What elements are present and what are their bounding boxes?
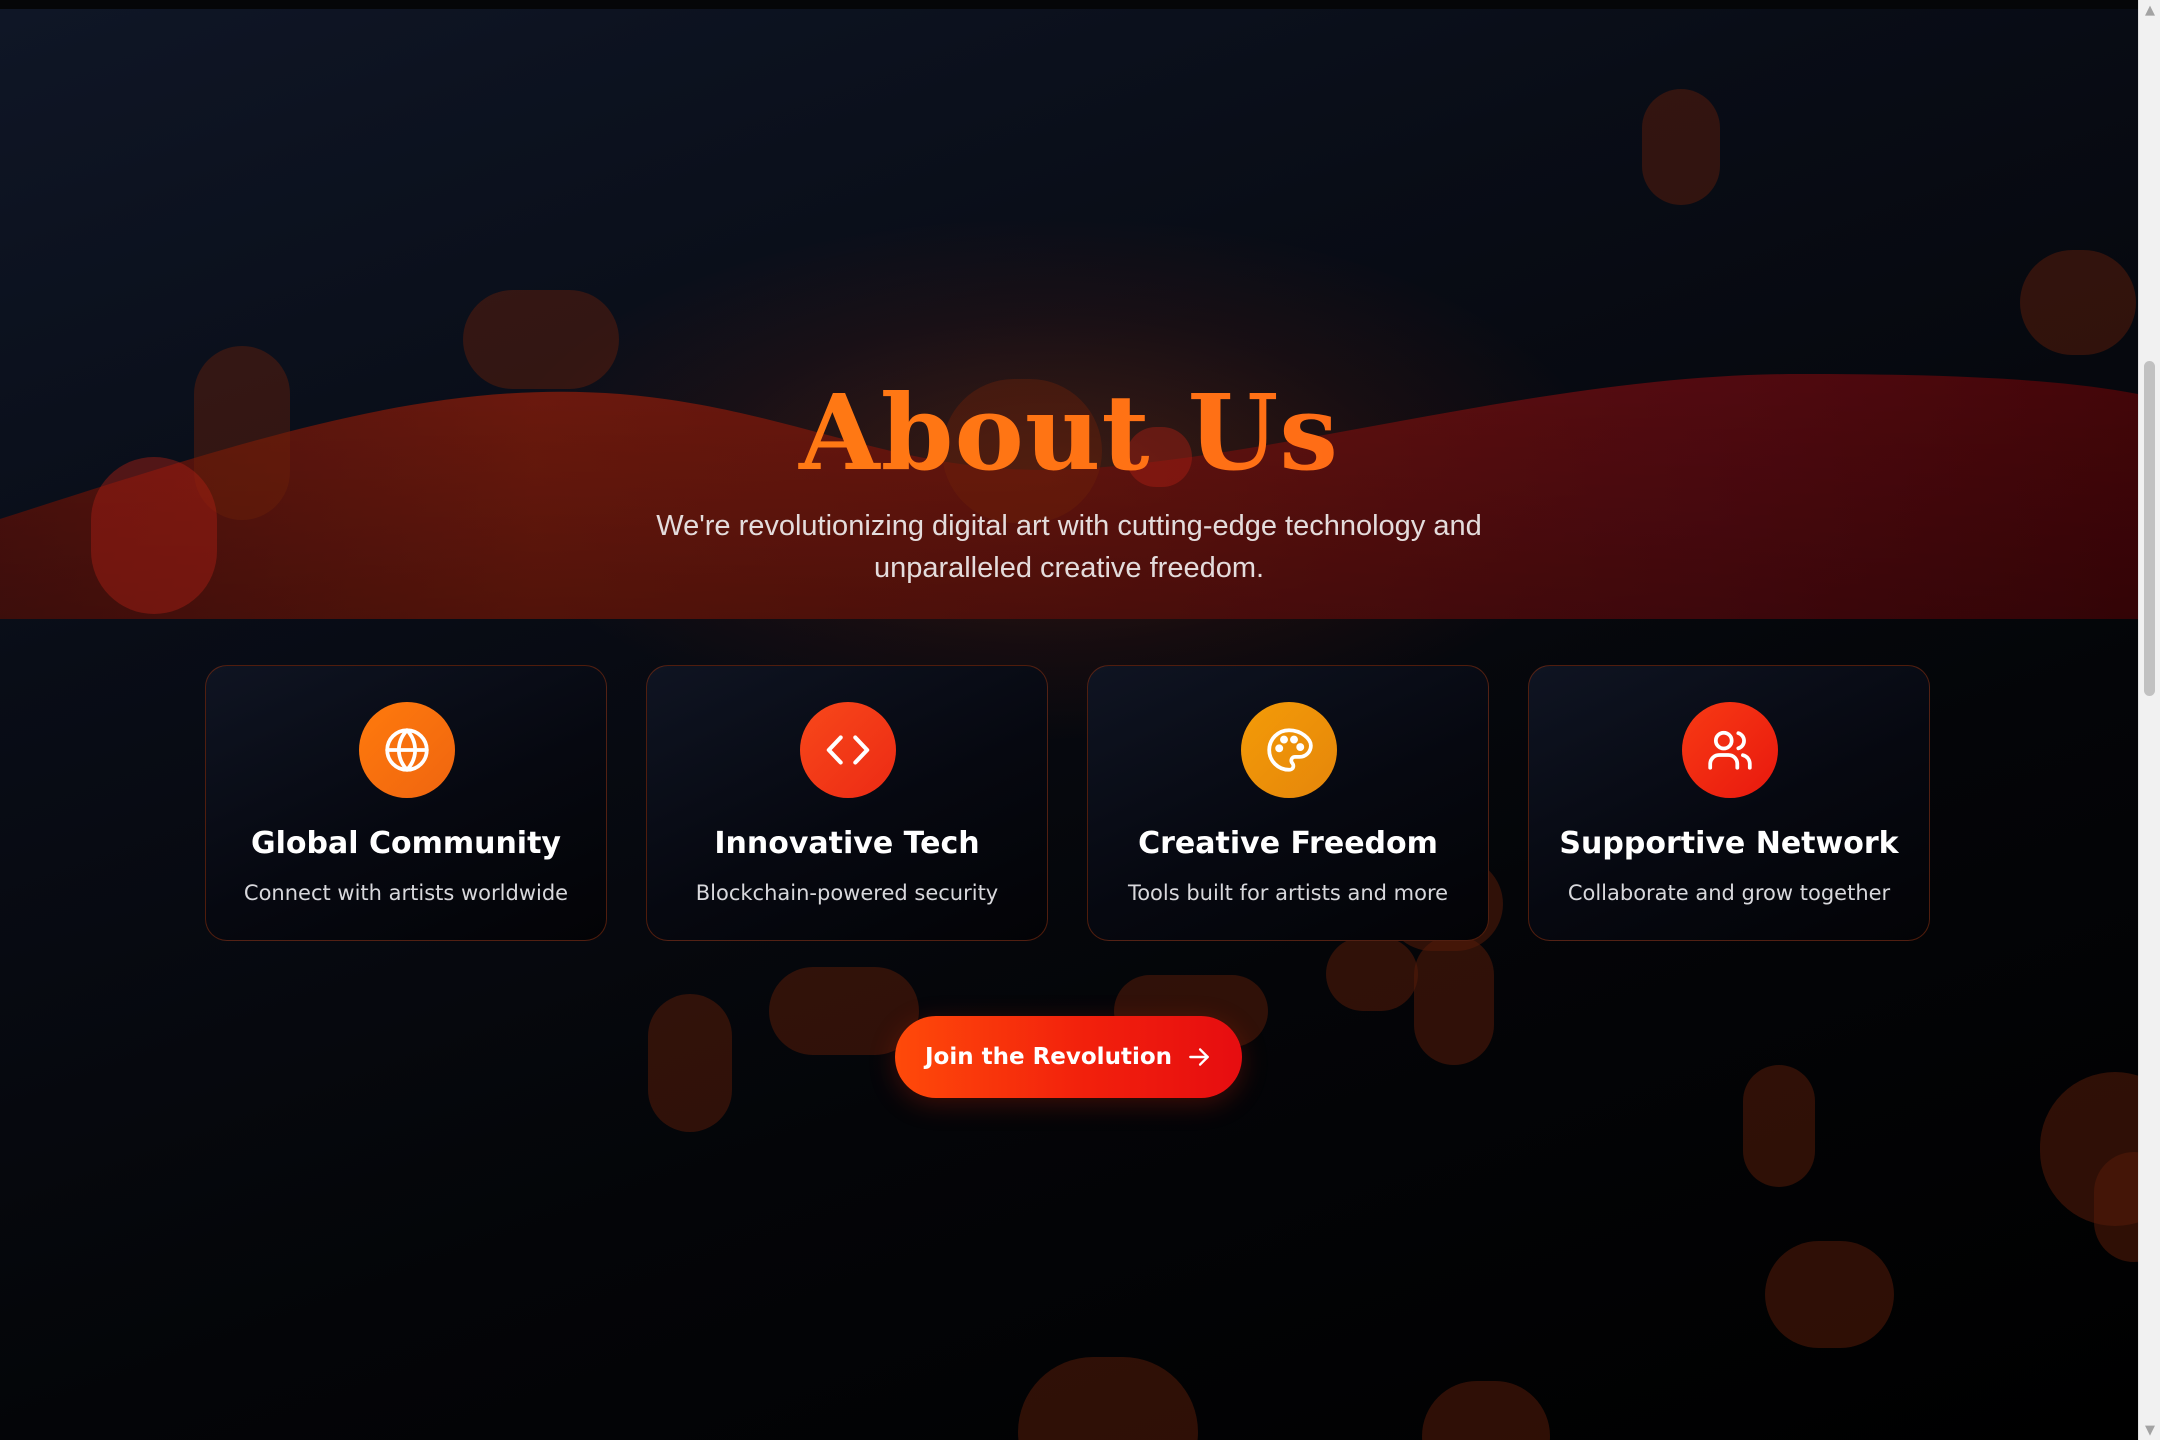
join-revolution-label: Join the Revolution <box>924 1044 1172 1070</box>
feature-card-innovative-tech: Innovative Tech Blockchain-powered secur… <box>646 665 1048 941</box>
top-strip <box>0 0 2138 9</box>
decor-blob <box>1018 1357 1198 1440</box>
palette-icon <box>1241 702 1337 798</box>
decor-blob <box>1414 935 1494 1065</box>
feature-card-supportive-network: Supportive Network Collaborate and grow … <box>1528 665 1930 941</box>
hero-subtitle: We're revolutionizing digital art with c… <box>656 510 1482 584</box>
decor-blob <box>1743 1065 1815 1187</box>
decor-blob <box>1642 89 1720 205</box>
decor-blob <box>1422 1381 1550 1440</box>
globe-icon <box>359 702 455 798</box>
page-title: About Us <box>0 370 2138 496</box>
feature-card-global-community: Global Community Connect with artists wo… <box>205 665 607 941</box>
feature-title: Global Community <box>250 826 561 861</box>
scrollbar-thumb[interactable] <box>2144 361 2155 696</box>
scroll-down-arrow-icon[interactable]: ▼ <box>2139 1420 2160 1440</box>
scroll-up-arrow-icon[interactable]: ▲ <box>2139 0 2160 20</box>
decor-blob <box>2094 1152 2138 1262</box>
feature-card-creative-freedom: Creative Freedom Tools built for artists… <box>1087 665 1489 941</box>
feature-description: Tools built for artists and more <box>1127 881 1449 905</box>
feature-description: Blockchain-powered security <box>695 881 999 905</box>
arrow-right-icon <box>1189 1048 1209 1066</box>
decor-blob <box>648 994 732 1132</box>
about-section: About Us We're revolutionizing digital a… <box>0 9 2138 1440</box>
feature-title: Creative Freedom <box>1138 826 1438 861</box>
decor-blob <box>769 967 919 1055</box>
code-icon <box>800 702 896 798</box>
feature-description: Connect with artists worldwide <box>243 881 569 905</box>
decor-blob <box>1765 1241 1894 1348</box>
page: About Us We're revolutionizing digital a… <box>0 0 2160 1440</box>
feature-description: Collaborate and grow together <box>1567 881 1891 905</box>
feature-title: Supportive Network <box>1559 826 1899 861</box>
users-icon <box>1682 702 1778 798</box>
feature-title: Innovative Tech <box>714 826 980 861</box>
vertical-scrollbar[interactable]: ▲ ▼ <box>2138 0 2160 1440</box>
decor-blob <box>2020 250 2136 355</box>
decor-blob <box>1326 937 1418 1011</box>
join-revolution-button[interactable]: Join the Revolution <box>895 1016 1242 1098</box>
